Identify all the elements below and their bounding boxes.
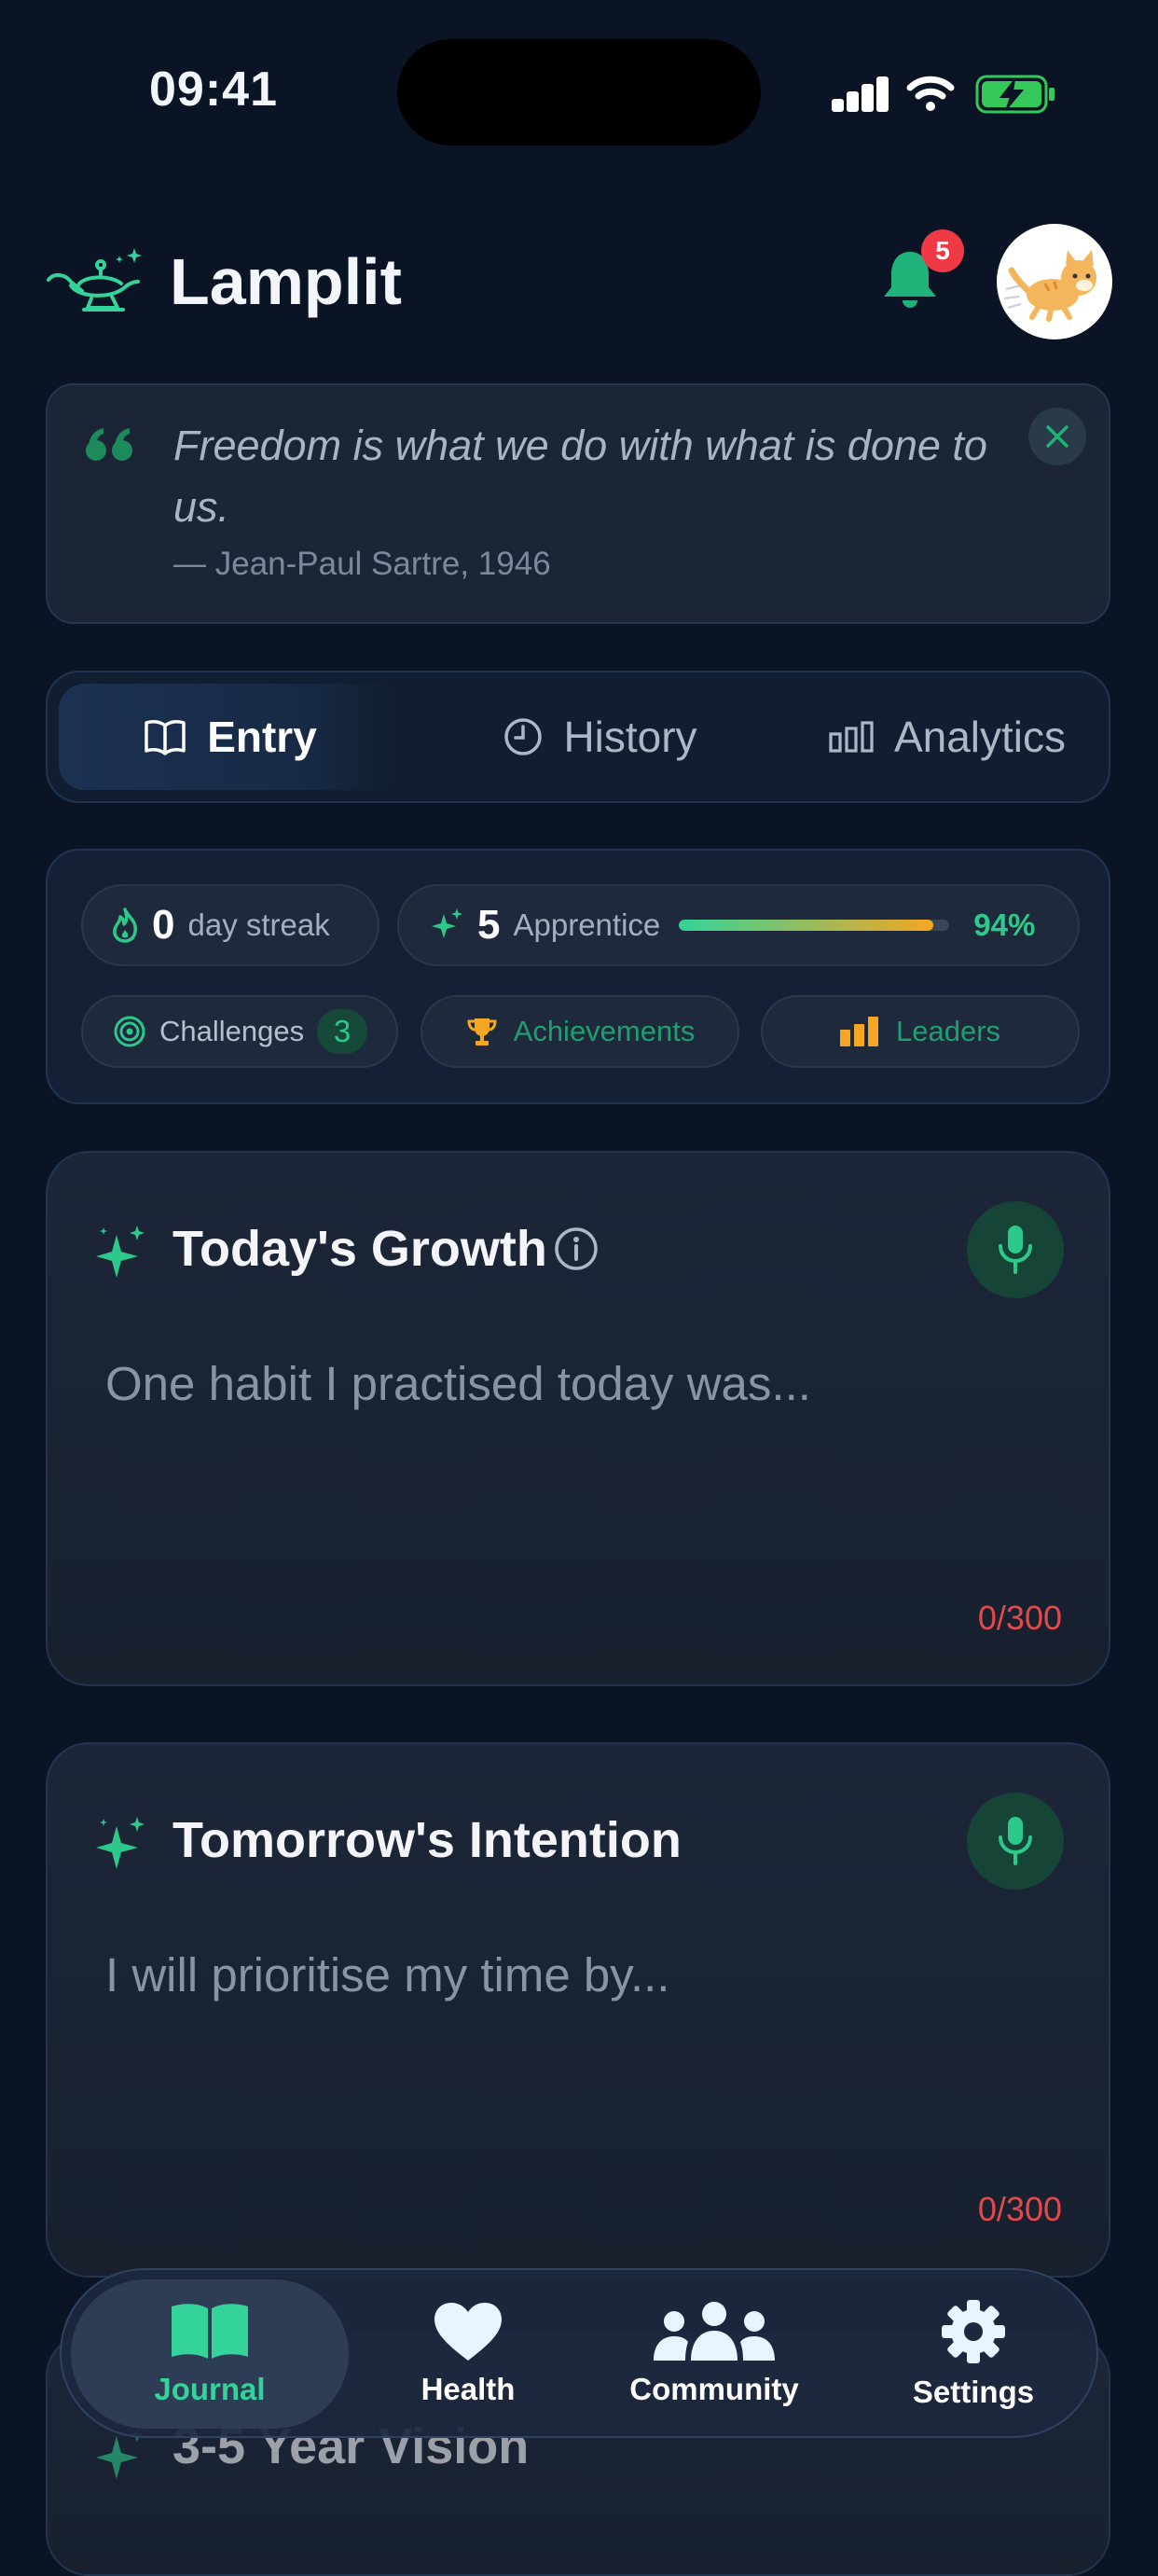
growth-char-count: 0/300 bbox=[977, 1599, 1062, 1637]
level-pill[interactable]: 5 Apprentice 94% bbox=[397, 884, 1080, 966]
gear-icon bbox=[942, 2300, 1005, 2363]
clock-icon bbox=[504, 718, 543, 755]
level-progress-bar bbox=[679, 920, 950, 931]
nav-community[interactable]: Community bbox=[593, 2279, 835, 2429]
quote-card: Freedom is what we do with what is done … bbox=[46, 383, 1110, 624]
nav-health[interactable]: Health bbox=[365, 2279, 571, 2429]
nav-journal-label: Journal bbox=[154, 2372, 266, 2406]
quote-author: — Jean-Paul Sartre, 1946 bbox=[173, 546, 551, 582]
tab-history-label: History bbox=[563, 713, 697, 761]
leaders-button[interactable]: Leaders bbox=[761, 995, 1080, 1068]
level-progress-fill bbox=[679, 920, 933, 931]
tab-history[interactable]: History bbox=[428, 684, 773, 790]
dynamic-island bbox=[397, 39, 761, 145]
info-icon[interactable] bbox=[553, 1226, 600, 1272]
intention-title: Tomorrow's Intention bbox=[172, 1812, 682, 1868]
book-open-icon bbox=[172, 2304, 248, 2359]
level-label: Apprentice bbox=[513, 907, 661, 942]
streak-value: 0 bbox=[152, 902, 175, 948]
streak-pill[interactable]: 0 day streak bbox=[81, 884, 379, 966]
signal-icon bbox=[832, 76, 889, 112]
bottom-nav: Journal Health Community Settings bbox=[60, 2268, 1098, 2438]
sparkle-icon bbox=[96, 1226, 145, 1278]
tab-analytics[interactable]: Analytics bbox=[793, 684, 1101, 790]
quote-text: Freedom is what we do with what is done … bbox=[173, 422, 987, 531]
notification-badge: 5 bbox=[921, 229, 964, 272]
nav-health-label: Health bbox=[420, 2372, 516, 2406]
wifi-icon bbox=[906, 76, 955, 111]
challenges-count-badge: 3 bbox=[317, 1009, 368, 1054]
tab-analytics-label: Analytics bbox=[893, 713, 1067, 761]
view-tabs: Entry History Analytics bbox=[46, 671, 1110, 803]
intention-char-count: 0/300 bbox=[977, 2190, 1062, 2228]
target-icon bbox=[114, 1016, 145, 1047]
intention-input[interactable]: I will prioritise my time by... bbox=[105, 1947, 669, 2002]
challenges-button[interactable]: Challenges 3 bbox=[81, 995, 398, 1068]
flame-icon bbox=[113, 907, 137, 943]
leaders-label: Leaders bbox=[895, 1015, 1001, 1047]
achievements-label: Achievements bbox=[513, 1015, 696, 1047]
bar-chart-icon bbox=[829, 721, 874, 753]
avatar[interactable] bbox=[997, 224, 1112, 339]
nav-journal[interactable]: Journal bbox=[71, 2279, 349, 2429]
status-time: 09:41 bbox=[149, 62, 278, 117]
lamp-logo-icon bbox=[47, 248, 142, 312]
stats-panel: 0 day streak 5 Apprentice 94% Challenges… bbox=[46, 849, 1110, 1104]
quote-mark-icon bbox=[86, 428, 132, 461]
nav-settings-label: Settings bbox=[912, 2375, 1035, 2409]
book-icon bbox=[145, 720, 186, 755]
battery-charging-icon bbox=[975, 75, 1055, 114]
challenges-label: Challenges bbox=[159, 1015, 305, 1047]
growth-mic-button[interactable] bbox=[967, 1201, 1064, 1298]
level-value: 5 bbox=[477, 902, 501, 948]
heart-icon bbox=[434, 2303, 502, 2361]
sparkle-icon bbox=[96, 1817, 145, 1869]
app-title: Lamplit bbox=[170, 245, 402, 318]
achievements-button[interactable]: Achievements bbox=[420, 995, 739, 1068]
growth-input[interactable]: One habit I practised today was... bbox=[105, 1356, 811, 1411]
tab-entry[interactable]: Entry bbox=[59, 684, 402, 790]
growth-card: Today's Growth One habit I practised tod… bbox=[46, 1151, 1110, 1686]
nav-settings[interactable]: Settings bbox=[862, 2279, 1085, 2429]
growth-title: Today's Growth bbox=[172, 1221, 547, 1277]
leaderboard-icon bbox=[839, 1017, 878, 1046]
users-icon bbox=[654, 2302, 775, 2361]
streak-label: day streak bbox=[187, 907, 330, 942]
intention-mic-button[interactable] bbox=[967, 1793, 1064, 1890]
close-quote-button[interactable] bbox=[1028, 408, 1086, 465]
microphone-icon bbox=[999, 1817, 1032, 1865]
level-percent: 94% bbox=[973, 907, 1036, 942]
tab-entry-label: Entry bbox=[207, 713, 317, 761]
cat-avatar-icon bbox=[1003, 250, 1096, 322]
close-icon bbox=[1046, 425, 1068, 448]
intention-card: Tomorrow's Intention I will prioritise m… bbox=[46, 1742, 1110, 2278]
trophy-icon bbox=[467, 1018, 497, 1046]
sparkle-icon bbox=[432, 908, 462, 938]
microphone-icon bbox=[999, 1226, 1032, 1274]
nav-community-label: Community bbox=[629, 2372, 799, 2406]
